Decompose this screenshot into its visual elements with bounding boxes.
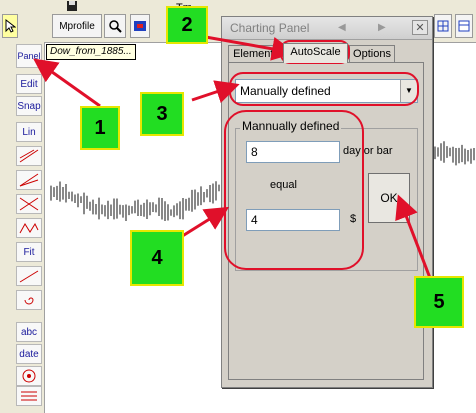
arrow-5 — [395, 194, 432, 279]
callout-1-label: 1 — [94, 116, 106, 139]
callout-4: 4 — [130, 230, 184, 286]
arrow-2 — [199, 34, 296, 61]
arrow-3 — [191, 80, 240, 104]
arrow-1 — [33, 58, 101, 108]
callout-3: 3 — [140, 92, 184, 136]
callout-2: 2 — [166, 6, 208, 44]
tab-autoscale[interactable]: AutoScale — [283, 43, 348, 63]
callout-2-label: 2 — [181, 13, 193, 36]
tab-autoscale-label: AutoScale — [290, 46, 341, 58]
callout-4-label: 4 — [151, 246, 163, 269]
callout-3-label: 3 — [156, 102, 168, 125]
callout-1: 1 — [80, 106, 120, 150]
callout-5: 5 — [414, 276, 464, 328]
callout-5-label: 5 — [433, 290, 445, 313]
annotation-arrows — [33, 34, 432, 279]
